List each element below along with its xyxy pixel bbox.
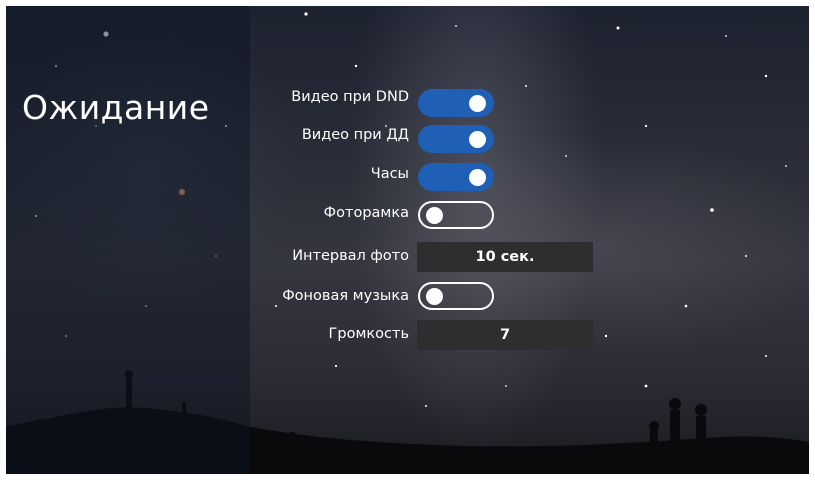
volume-value[interactable]: 7 xyxy=(417,320,593,350)
setting-label-video-dnd: Видео при DND xyxy=(291,89,409,105)
photo-frame-toggle[interactable] xyxy=(418,201,494,229)
setting-label-background-music: Фоновая музыка xyxy=(282,288,409,304)
setting-label-video-dd: Видео при ДД xyxy=(301,127,409,143)
page-title: Ожидание xyxy=(22,88,210,127)
toggle-knob xyxy=(469,168,486,186)
toggle-knob xyxy=(469,130,486,148)
background-music-toggle[interactable] xyxy=(418,282,494,310)
setting-label-photo-interval: Интервал фото xyxy=(292,248,409,264)
toggle-knob xyxy=(426,206,443,224)
photo-interval-value[interactable]: 10 сек. xyxy=(417,242,593,272)
video-dnd-toggle[interactable] xyxy=(418,89,494,117)
toggle-knob xyxy=(469,94,486,112)
title-panel xyxy=(6,6,250,474)
idle-settings-screen: Ожидание Видео при DND Видео при ДД Часы… xyxy=(6,6,809,474)
setting-label-clock: Часы xyxy=(370,166,409,182)
setting-label-volume: Громкость xyxy=(328,326,409,342)
setting-label-photo-frame: Фоторамка xyxy=(323,205,409,221)
clock-toggle[interactable] xyxy=(418,163,494,191)
video-dd-toggle[interactable] xyxy=(418,125,494,153)
toggle-knob xyxy=(426,287,443,305)
